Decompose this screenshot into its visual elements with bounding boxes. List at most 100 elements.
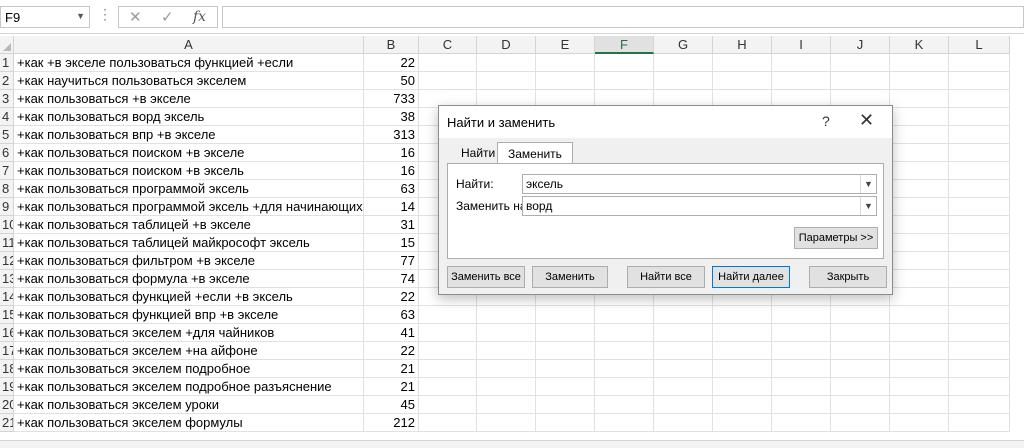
cell-empty[interactable] [713,54,772,72]
close-button[interactable]: Закрыть [809,266,887,288]
cell-count[interactable]: 31 [364,216,419,234]
cell-count[interactable]: 22 [364,288,419,306]
cell-empty[interactable] [477,324,536,342]
row-header[interactable]: 2 [0,72,14,90]
column-header-e[interactable]: E [536,36,595,54]
row-header[interactable]: 19 [0,378,14,396]
cell-empty[interactable] [831,360,890,378]
cell-query[interactable]: +как пользоваться поиском +в эксель [14,162,364,180]
help-icon[interactable]: ? [822,113,830,129]
dialog-titlebar[interactable]: Найти и заменить ? ✕ [439,106,892,138]
cell-empty[interactable] [419,360,477,378]
cell-empty[interactable] [949,162,1010,180]
column-header-k[interactable]: K [890,36,949,54]
cell-empty[interactable] [831,342,890,360]
row-header[interactable]: 14 [0,288,14,306]
cell-empty[interactable] [713,324,772,342]
cell-empty[interactable] [890,126,949,144]
column-header-f[interactable]: F [595,36,654,54]
cell-empty[interactable] [890,306,949,324]
cell-query[interactable]: +как пользоваться ворд эксель [14,108,364,126]
row-header[interactable]: 17 [0,342,14,360]
column-header-l[interactable]: L [949,36,1010,54]
cell-empty[interactable] [890,288,949,306]
chevron-down-icon[interactable]: ▼ [860,175,876,193]
cell-query[interactable]: +как пользоваться программой эксель +для… [14,198,364,216]
cell-empty[interactable] [419,342,477,360]
row-header[interactable]: 6 [0,144,14,162]
find-input[interactable]: эксель ▼ [522,174,877,194]
cell-empty[interactable] [419,396,477,414]
cancel-icon[interactable]: ✕ [129,8,142,26]
cell-empty[interactable] [654,72,713,90]
row-header[interactable]: 7 [0,162,14,180]
replace-all-button[interactable]: Заменить все [447,266,525,288]
cell-empty[interactable] [890,90,949,108]
row-header[interactable]: 9 [0,198,14,216]
cell-empty[interactable] [949,180,1010,198]
insert-function-icon[interactable]: fx [193,9,206,25]
cell-query[interactable]: +как пользоваться экселем уроки [14,396,364,414]
cell-empty[interactable] [890,360,949,378]
cell-empty[interactable] [419,54,477,72]
cell-empty[interactable] [713,306,772,324]
cell-empty[interactable] [949,306,1010,324]
cell-empty[interactable] [536,396,595,414]
row-header[interactable]: 5 [0,126,14,144]
cell-empty[interactable] [831,306,890,324]
column-header-g[interactable]: G [654,36,713,54]
cell-empty[interactable] [890,342,949,360]
cell-empty[interactable] [419,306,477,324]
cell-empty[interactable] [654,306,713,324]
cell-count[interactable]: 38 [364,108,419,126]
row-header[interactable]: 3 [0,90,14,108]
row-header[interactable]: 15 [0,306,14,324]
cell-empty[interactable] [595,324,654,342]
cell-empty[interactable] [772,360,831,378]
cell-count[interactable]: 21 [364,378,419,396]
cell-empty[interactable] [772,396,831,414]
row-header[interactable]: 4 [0,108,14,126]
cell-empty[interactable] [890,396,949,414]
cell-empty[interactable] [654,360,713,378]
cell-empty[interactable] [772,324,831,342]
row-header[interactable]: 11 [0,234,14,252]
column-header-c[interactable]: C [419,36,477,54]
cell-query[interactable]: +как пользоваться экселем +на айфоне [14,342,364,360]
cell-count[interactable]: 16 [364,144,419,162]
cell-count[interactable]: 45 [364,396,419,414]
cell-empty[interactable] [890,198,949,216]
cell-empty[interactable] [477,396,536,414]
cell-count[interactable]: 50 [364,72,419,90]
cell-empty[interactable] [890,216,949,234]
column-header-h[interactable]: H [713,36,772,54]
cell-empty[interactable] [831,72,890,90]
cell-empty[interactable] [772,342,831,360]
row-header[interactable]: 21 [0,414,14,432]
cell-empty[interactable] [713,360,772,378]
cell-query[interactable]: +как пользоваться +в экселе [14,90,364,108]
cell-empty[interactable] [831,54,890,72]
find-all-button[interactable]: Найти все [627,266,705,288]
cell-empty[interactable] [890,144,949,162]
chevron-down-icon[interactable]: ▼ [860,197,876,215]
formula-input[interactable] [222,6,1024,28]
cell-empty[interactable] [477,360,536,378]
cell-count[interactable]: 212 [364,414,419,432]
cell-count[interactable]: 733 [364,90,419,108]
name-box[interactable]: F9 ▼ [0,6,90,28]
cell-empty[interactable] [536,54,595,72]
cell-query[interactable]: +как пользоваться впр +в экселе [14,126,364,144]
cell-empty[interactable] [536,72,595,90]
cell-empty[interactable] [831,396,890,414]
cell-empty[interactable] [890,108,949,126]
tab-replace[interactable]: Заменить [497,142,573,165]
cell-empty[interactable] [654,378,713,396]
cell-empty[interactable] [536,414,595,432]
cell-count[interactable]: 41 [364,324,419,342]
cell-empty[interactable] [890,270,949,288]
cell-empty[interactable] [713,378,772,396]
column-header-b[interactable]: B [364,36,419,54]
cell-empty[interactable] [949,54,1010,72]
row-header[interactable]: 13 [0,270,14,288]
